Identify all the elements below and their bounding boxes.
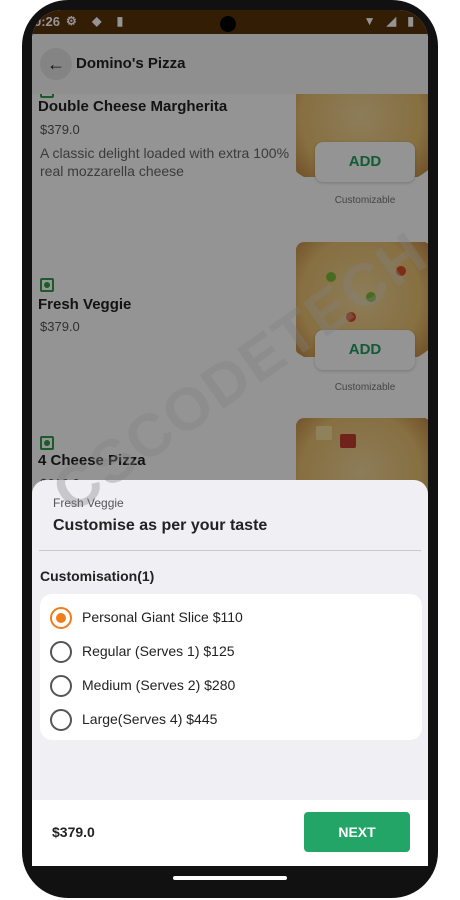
options-card: Personal Giant Slice $110 Regular (Serve… — [40, 594, 422, 740]
option-label: Medium (Serves 2) $280 — [82, 677, 236, 693]
option-regular[interactable]: Regular (Serves 1) $125 — [50, 636, 410, 668]
radio-icon[interactable] — [50, 641, 72, 663]
option-label: Large(Serves 4) $445 — [82, 711, 218, 727]
radio-icon[interactable] — [50, 709, 72, 731]
divider — [39, 550, 421, 551]
option-label: Regular (Serves 1) $125 — [82, 643, 235, 659]
option-personal-giant-slice[interactable]: Personal Giant Slice $110 — [50, 602, 410, 634]
option-label: Personal Giant Slice $110 — [82, 609, 243, 625]
next-button[interactable]: NEXT — [304, 812, 410, 852]
section-label: Customisation(1) — [40, 568, 155, 584]
total-price: $379.0 — [52, 824, 95, 840]
radio-icon[interactable] — [50, 675, 72, 697]
radio-selected-icon[interactable] — [50, 607, 72, 629]
customise-sheet: Fresh Veggie Customise as per your taste… — [32, 480, 428, 866]
sheet-footer: $379.0 NEXT — [32, 800, 428, 866]
gesture-nav-handle[interactable] — [173, 876, 287, 880]
option-medium[interactable]: Medium (Serves 2) $280 — [50, 670, 410, 702]
option-large[interactable]: Large(Serves 4) $445 — [50, 704, 410, 736]
